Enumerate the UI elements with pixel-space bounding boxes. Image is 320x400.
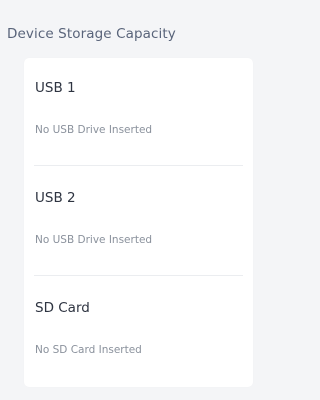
divider — [34, 275, 243, 276]
panel-title: Device Storage Capacity — [7, 26, 176, 42]
storage-item-status: No USB Drive Inserted — [35, 124, 153, 136]
storage-item-name: USB 2 — [35, 190, 76, 206]
storage-item-status: No USB Drive Inserted — [35, 234, 153, 246]
storage-card: USB 1 No USB Drive Inserted USB 2 No USB… — [24, 58, 253, 387]
storage-item-name: USB 1 — [35, 80, 76, 96]
storage-item-name: SD Card — [35, 300, 90, 316]
divider — [34, 165, 243, 166]
storage-item-status: No SD Card Inserted — [35, 344, 142, 356]
